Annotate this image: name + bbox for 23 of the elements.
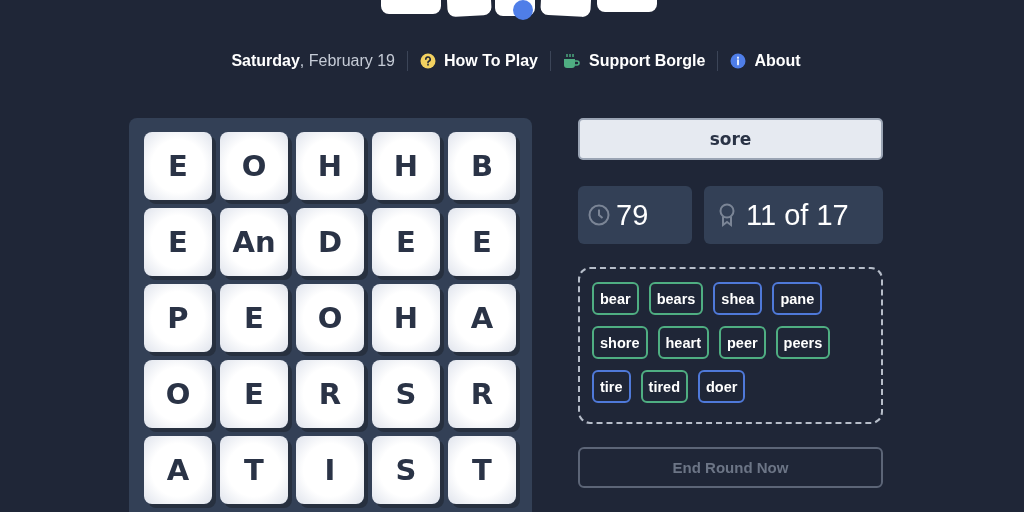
word-chip: heart: [657, 326, 709, 359]
info-icon: [730, 53, 747, 69]
nav-link[interactable]: How To Play: [420, 52, 538, 70]
word-chip: pane: [772, 282, 823, 315]
word-chip: shea: [713, 282, 763, 315]
word-chip: tired: [640, 370, 688, 403]
progress-value: 11 of 17: [746, 198, 849, 232]
mug-icon: [562, 53, 581, 69]
ribbon-icon: [718, 203, 736, 227]
word-chip: bears: [648, 282, 704, 315]
timer-value: 79: [616, 198, 649, 232]
word-chip: peers: [775, 326, 831, 359]
word-chip: bear: [592, 282, 639, 315]
clock-icon: [588, 204, 610, 226]
word-chip: shore: [592, 326, 648, 359]
word-chip: tire: [592, 370, 631, 403]
date-text: Saturday, February 19: [231, 52, 395, 70]
nav-link[interactable]: About: [730, 52, 801, 70]
word-chip: peer: [718, 326, 766, 359]
nav-link[interactable]: Support Borgle: [562, 52, 706, 70]
question-icon: [420, 53, 436, 69]
current-word-field: sore: [578, 118, 883, 160]
word-chip: doer: [698, 370, 746, 403]
